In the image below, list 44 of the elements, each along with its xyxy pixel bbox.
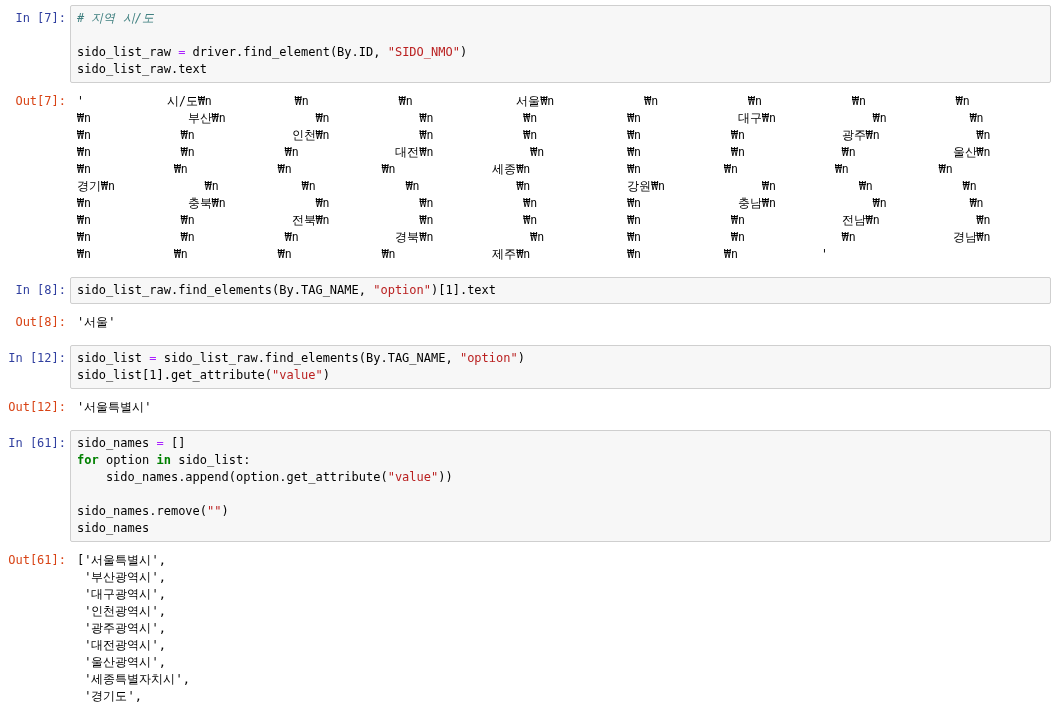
output-line: ₩n 부산₩n ₩n ₩n ₩n ₩n 대구₩n ₩n ₩n [77,110,985,127]
output-line: ₩n ₩n ₩n ₩n 세종₩n ₩n ₩n ₩n ₩n [77,161,954,178]
output-line: '부산광역시', [83,569,167,586]
output-line: '울산광역시', [83,654,167,671]
output-line: ₩n ₩n ₩n ₩n 제주₩n ₩n ₩n ' [77,246,829,263]
code-line: # 지역 시/도 [77,10,155,27]
code-line: sido_list_raw = driver.find_element(By.ID, "SIDO_NMO") [77,44,469,61]
output-prompt: Out[8]: [14,314,67,331]
code-line: sido_names [77,520,151,537]
output-line: ₩n 충북₩n ₩n ₩n ₩n ₩n 충남₩n ₩n ₩n [77,195,985,212]
output-line: ₩n ₩n ₩n 경북₩n ₩n ₩n ₩n ₩n 경남₩n [77,229,992,246]
output-line: 경기₩n ₩n ₩n ₩n ₩n 강원₩n ₩n ₩n ₩n [77,178,978,195]
output-line: ' 시/도₩n ₩n ₩n 서울₩n ₩n ₩n ₩n ₩n [77,93,971,110]
code-input-box[interactable]: # 지역 시/도 sido_list_raw = driver.find_element(By.ID, "SIDO_NMO") sido_list_raw.text [70,5,1051,83]
output-line: '서울' [77,314,117,331]
code-input-box[interactable]: sido_list_raw.find_elements(By.TAG_NAME, "option")[1].text [70,277,1051,304]
output-prompt: Out[7]: [14,93,67,110]
input-prompt: In [8]: [14,282,67,299]
code-line: sido_list_raw.find_elements(By.TAG_NAME, "option")[1].text [77,282,498,299]
output-line: ₩n ₩n 인천₩n ₩n ₩n ₩n ₩n 광주₩n ₩n [77,127,992,144]
code-line: sido_names = [] [77,435,187,452]
input-prompt: In [7]: [14,10,67,27]
input-prompt: In [12]: [7,350,67,367]
code-line: sido_list_raw.text [77,61,209,78]
output-line: ₩n ₩n ₩n 대전₩n ₩n ₩n ₩n ₩n 울산₩n [77,144,992,161]
output-line: '서울특별시' [77,399,153,416]
output-prompt: Out[12]: [7,399,67,416]
output-line: '광주광역시', [83,620,167,637]
code-line: sido_names.append(option.get_attribute("value")) [104,469,454,486]
input-prompt: In [61]: [7,435,67,452]
code-line: sido_list = sido_list_raw.find_elements(By.TAG_NAME, "option") [77,350,526,367]
code-input-box[interactable]: sido_names = [] for option in sido_list: sido_names.append(option.get_attribute("value")) sido_names.remove("") sido_names [70,430,1051,542]
code-input-box[interactable]: sido_list = sido_list_raw.find_elements(By.TAG_NAME, "option") sido_list[1].get_attribute("value") [70,345,1051,389]
code-line: sido_names.remove("") [77,503,230,520]
output-line: ['서울특별시', [77,552,167,569]
output-line: '대구광역시', [83,586,167,603]
output-line: '인천광역시', [83,603,167,620]
output-line: '세종특별자치시', [83,671,191,688]
output-line: ₩n ₩n 전북₩n ₩n ₩n ₩n ₩n 전남₩n ₩n [77,212,992,229]
output-line: '경기도', [83,688,143,705]
output-line: '대전광역시', [83,637,167,654]
code-line: sido_list[1].get_attribute("value") [77,367,331,384]
code-line: for option in sido_list: [77,452,252,469]
output-prompt: Out[61]: [7,552,67,569]
